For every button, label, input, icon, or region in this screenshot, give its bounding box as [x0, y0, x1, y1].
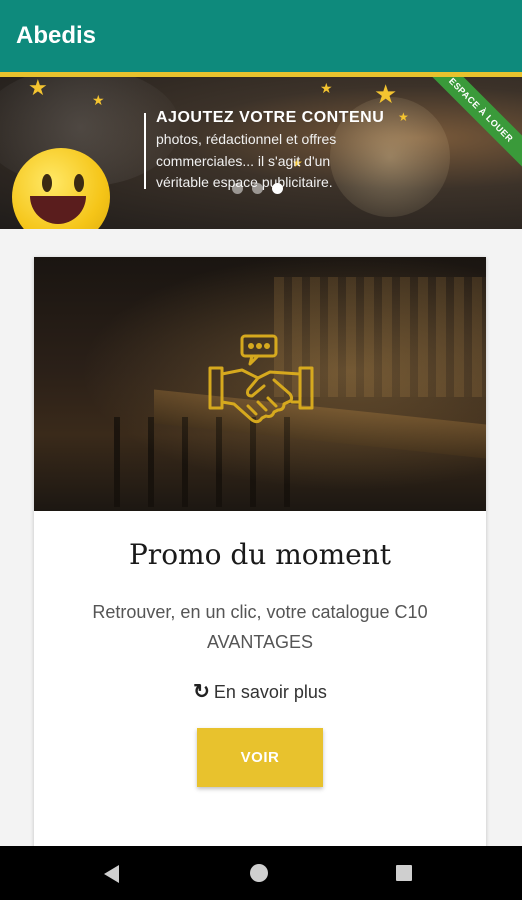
handshake-icon [208, 334, 314, 424]
promo-card: Promo du moment Retrouver, en un clic, v… [34, 257, 486, 857]
app-title: Abedis [16, 22, 97, 49]
home-icon[interactable] [230, 846, 290, 900]
promo-image [34, 257, 486, 511]
learn-more-link[interactable]: ↻ En savoir plus [34, 679, 486, 704]
star-icon: ★ [28, 77, 48, 100]
star-icon: ★ [92, 92, 105, 108]
carousel-indicator [232, 183, 283, 194]
recents-icon[interactable] [375, 846, 435, 900]
back-icon[interactable] [82, 846, 142, 900]
carousel-dot-active[interactable] [272, 183, 283, 194]
voir-button[interactable]: VOIR [197, 728, 323, 787]
banner-heading: AJOUTEZ VOTRE CONTENU [156, 109, 385, 126]
star-icon: ★ [398, 110, 409, 124]
app-bar: Abedis [0, 0, 522, 72]
star-icon: ★ [320, 80, 333, 96]
system-nav-bar [0, 846, 522, 900]
refresh-icon: ↻ [193, 681, 210, 703]
banner-line: photos, rédactionnel et offres [156, 131, 337, 147]
banner-bracket [128, 113, 146, 189]
carousel-dot[interactable] [232, 183, 243, 194]
carousel-dot[interactable] [252, 183, 263, 194]
star-icon: ★ [374, 79, 398, 109]
learn-more-label: En savoir plus [213, 682, 327, 702]
card-description: Retrouver, en un clic, votre catalogue C… [92, 602, 428, 652]
ad-banner[interactable]: ★ ★ ★ ★ ★ ★ AJOUTEZ VOTRE CONTENU photos… [0, 77, 522, 229]
banner-line: commerciales... il s'agit d'un [156, 153, 331, 169]
accent-divider [0, 72, 522, 77]
card-title: Promo du moment [128, 538, 392, 571]
